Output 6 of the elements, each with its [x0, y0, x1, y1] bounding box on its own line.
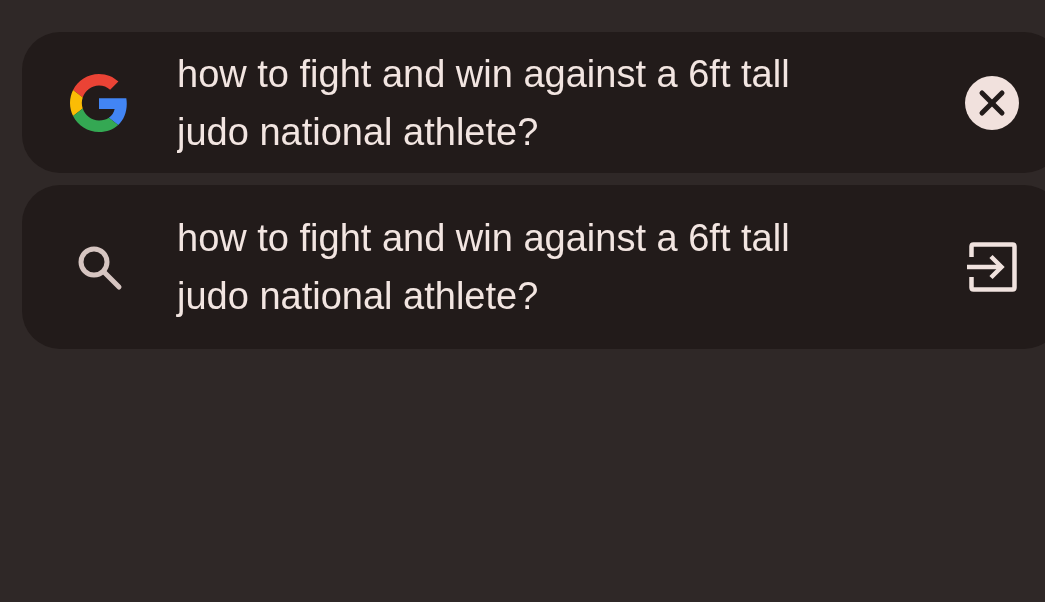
g-logo-icon — [70, 73, 128, 132]
insert-query-button[interactable] — [967, 242, 1017, 292]
clear-button[interactable] — [965, 75, 1019, 130]
suggestion-text: how to fight and win against a 6ft tall judo national athlete? — [177, 216, 791, 319]
suggestion-row[interactable]: how to fight and win against a 6ft tall judo national athlete? — [22, 185, 1045, 349]
close-icon — [965, 75, 1019, 130]
